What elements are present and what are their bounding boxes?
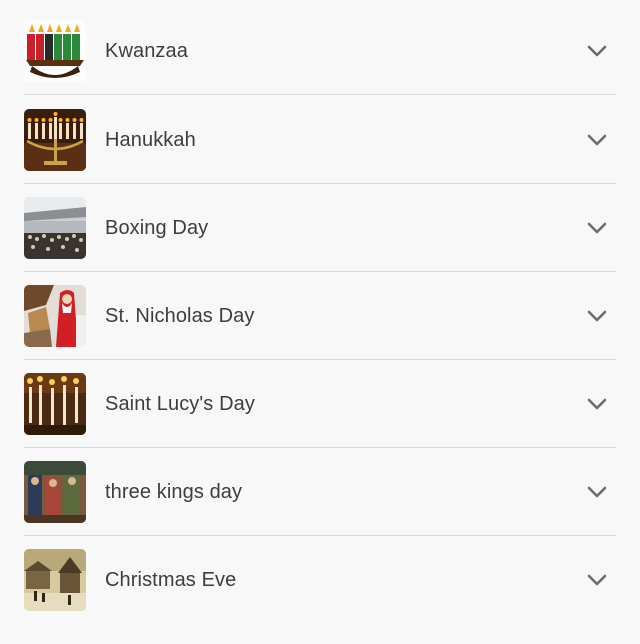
chevron-down-icon[interactable] xyxy=(586,569,608,591)
list-item-label: three kings day xyxy=(105,480,243,503)
list-item-three-kings-day[interactable]: three kings day xyxy=(24,448,616,536)
chevron-down-icon[interactable] xyxy=(586,217,608,239)
list-item-label: Kwanzaa xyxy=(105,39,188,62)
list-item-label: Boxing Day xyxy=(105,216,209,239)
st-nicholas-image xyxy=(24,285,86,347)
list-item-saint-lucys-day[interactable]: Saint Lucy's Day xyxy=(24,360,616,448)
divider xyxy=(24,94,616,95)
chevron-down-icon[interactable] xyxy=(586,40,608,62)
christmas-eve-village-image xyxy=(24,549,86,611)
list-item-kwanzaa[interactable]: Kwanzaa xyxy=(24,7,616,95)
boxing-day-mall-image xyxy=(24,197,86,259)
list-item-hanukkah[interactable]: Hanukkah xyxy=(24,96,616,184)
list-item-label: Hanukkah xyxy=(105,128,196,151)
saint-lucy-candles-image xyxy=(24,373,86,435)
three-kings-tapestry-image xyxy=(24,461,86,523)
list-item-st-nicholas-day[interactable]: St. Nicholas Day xyxy=(24,272,616,360)
list-item-label: St. Nicholas Day xyxy=(105,304,255,327)
kwanzaa-kinara-image xyxy=(24,20,86,82)
chevron-down-icon[interactable] xyxy=(586,393,608,415)
chevron-down-icon[interactable] xyxy=(586,481,608,503)
chevron-down-icon[interactable] xyxy=(586,129,608,151)
chevron-down-icon[interactable] xyxy=(586,305,608,327)
hanukkah-menorah-image xyxy=(24,109,86,171)
list-item-label: Saint Lucy's Day xyxy=(105,392,255,415)
list-item-christmas-eve[interactable]: Christmas Eve xyxy=(24,536,616,624)
list-item-label: Christmas Eve xyxy=(105,568,237,591)
list-item-boxing-day[interactable]: Boxing Day xyxy=(24,184,616,272)
